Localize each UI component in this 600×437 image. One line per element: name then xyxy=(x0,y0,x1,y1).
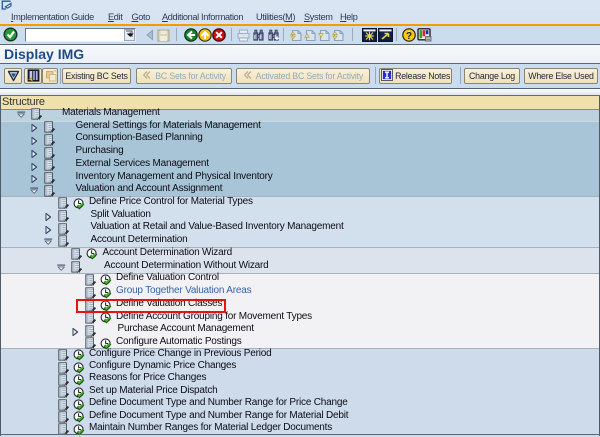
svg-text:?: ? xyxy=(406,31,412,42)
